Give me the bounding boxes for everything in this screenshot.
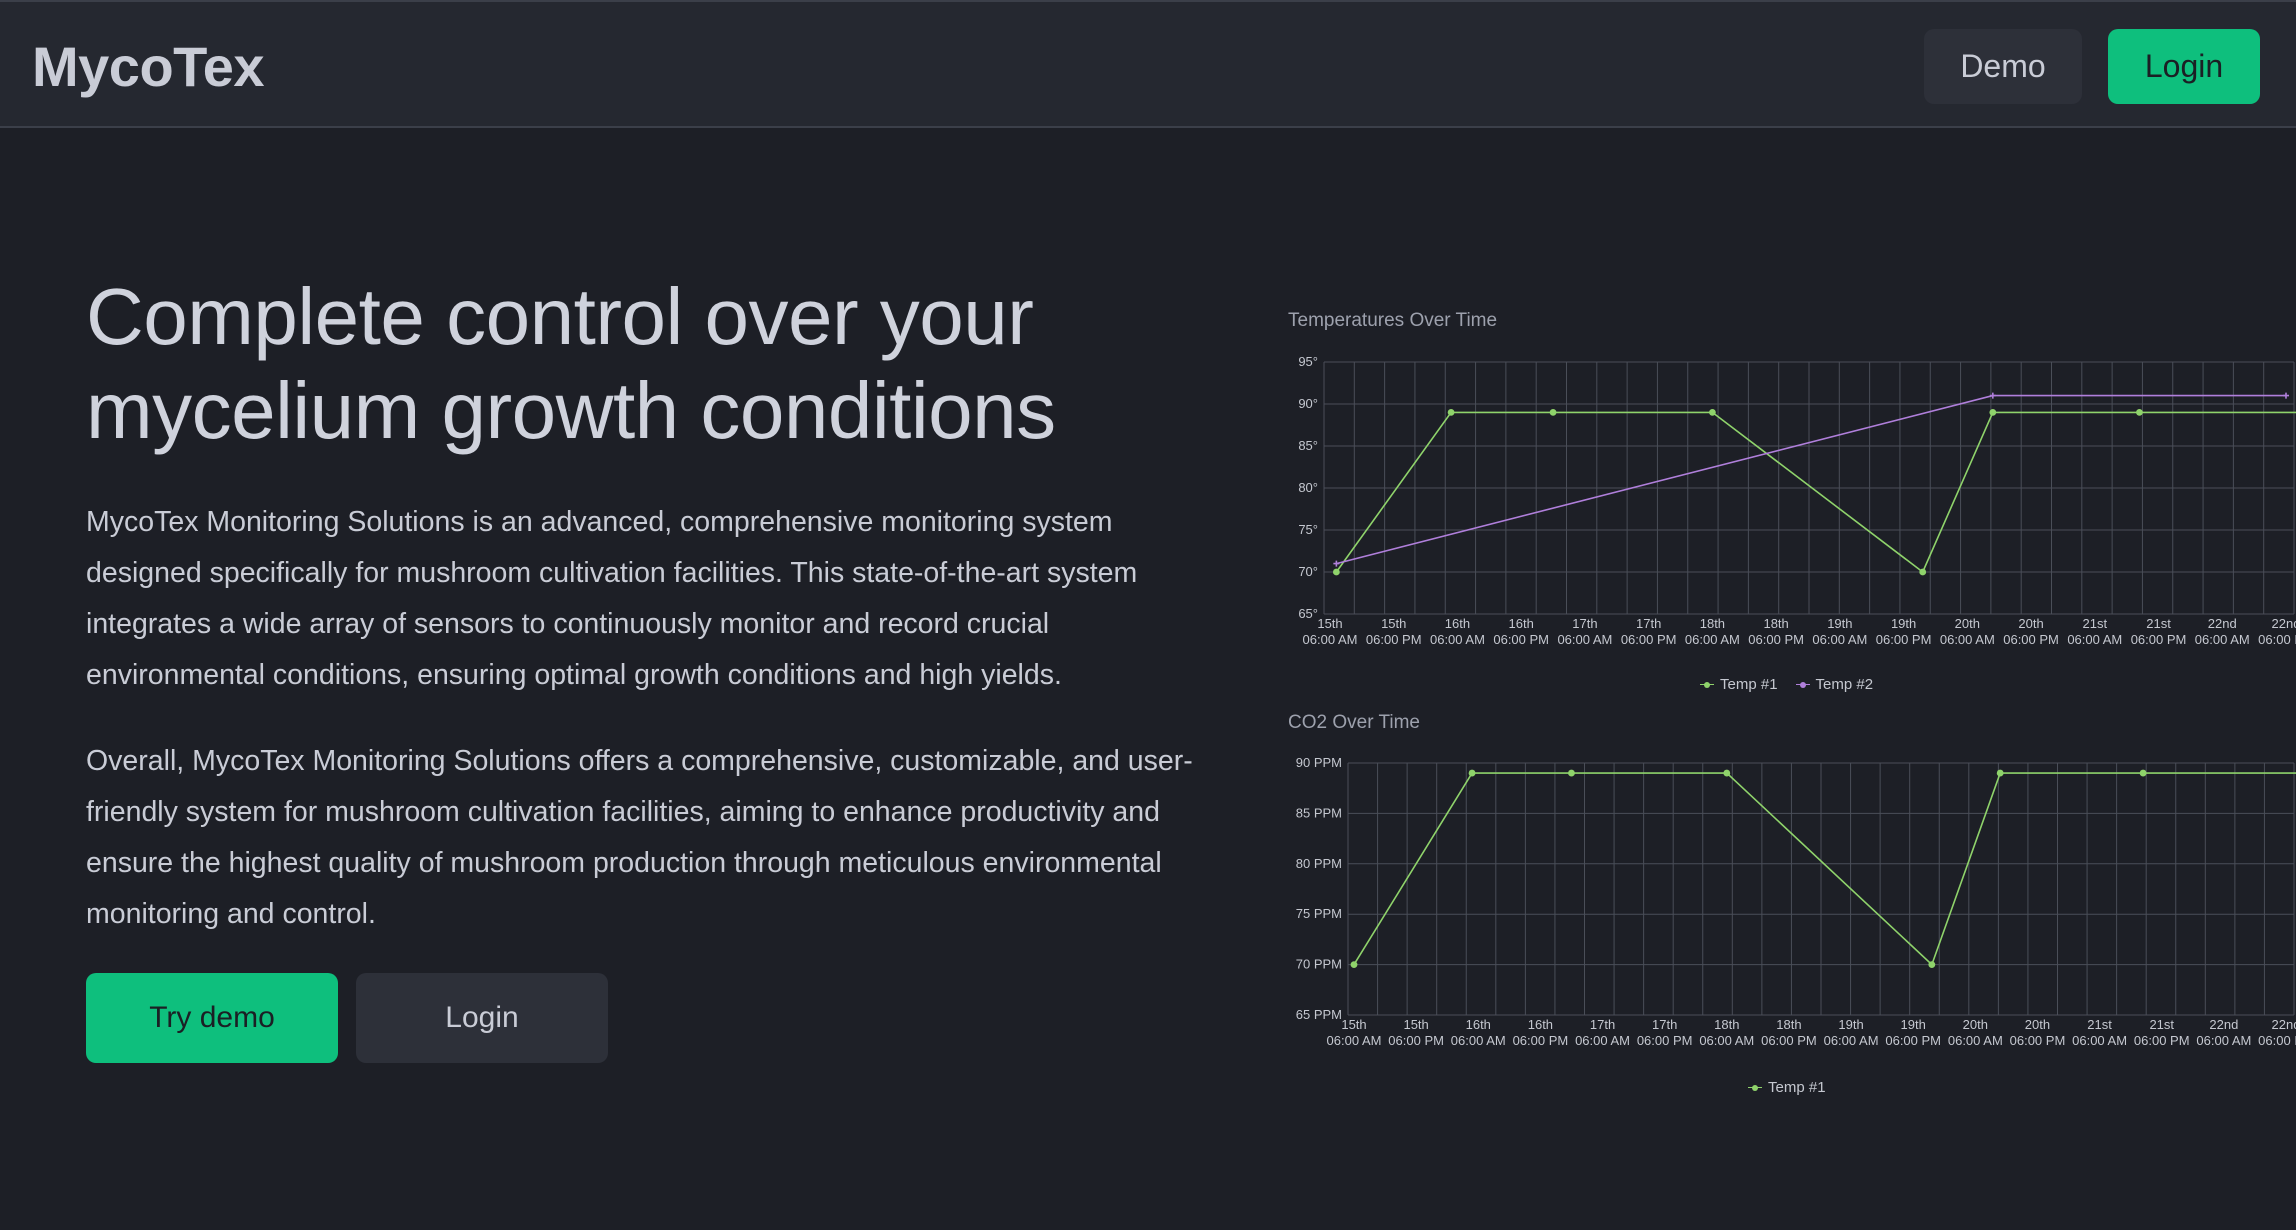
y-tick-label: 80 PPM (1296, 856, 1342, 871)
x-tick-label: 19th 06:00 AM (1812, 616, 1867, 647)
co2-chart-legend: Temp #1 (1748, 1079, 1826, 1096)
legend-label: Temp #1 (1768, 1079, 1826, 1096)
y-tick-label: 80° (1298, 480, 1318, 495)
y-tick-label: 85° (1298, 438, 1318, 453)
y-tick-label: 70° (1298, 564, 1318, 579)
x-tick-label: 15th 06:00 PM (1388, 1017, 1444, 1048)
y-tick-label: 75 PPM (1296, 906, 1342, 921)
x-tick-label: 16th 06:00 AM (1430, 616, 1485, 647)
data-point[interactable] (1332, 568, 1340, 576)
x-tick-label: 20th 06:00 AM (1948, 1017, 2003, 1048)
x-tick-label: 18th 06:00 AM (1685, 616, 1740, 647)
intro-paragraph: MycoTex Monitoring Solutions is an advan… (86, 506, 1138, 691)
x-tick-label: 18th 06:00 PM (1748, 616, 1804, 647)
legend-item[interactable]: Temp #1 (1748, 1079, 1826, 1096)
temperature-chart: 95°90°85°80°75°70°65°15th 06:00 AM15th 06:… (1298, 354, 2296, 647)
y-tick-label: 70 PPM (1296, 957, 1342, 972)
logo[interactable]: MycoTex (32, 35, 264, 99)
x-tick-label: 21st 06:00 PM (2131, 616, 2187, 647)
legend-item[interactable]: Temp #2 (1795, 676, 1874, 693)
x-tick-label: 19th 06:00 PM (1876, 616, 1932, 647)
data-point[interactable] (2139, 769, 2147, 777)
legend-item[interactable]: Temp #1 (1700, 676, 1778, 693)
data-point[interactable] (2136, 409, 2143, 416)
y-tick-label: 95° (1298, 354, 1318, 369)
x-tick-label: 19th 06:00 PM (1885, 1017, 1941, 1048)
y-tick-label: 90° (1298, 396, 1318, 411)
data-point[interactable] (1723, 769, 1731, 777)
legend-marker-icon (1700, 680, 1714, 690)
legend-label: Temp #2 (1815, 676, 1874, 693)
x-tick-label: 22nd06:00 PM (2258, 616, 2296, 647)
co2-chart-title: CO2 Over Time (1288, 712, 1420, 733)
temperature-chart-title: Temperatures Over Time (1288, 310, 1498, 331)
x-tick-label: 21st 06:00 AM (2072, 1017, 2127, 1048)
hero-login-button[interactable]: Login (356, 973, 608, 1063)
series-line-1 (1353, 772, 2296, 967)
x-tick-label: 17th 06:00 AM (1557, 616, 1612, 647)
x-tick-label: 19th 06:00 AM (1824, 1017, 1879, 1048)
data-point[interactable] (1350, 961, 1358, 968)
data-point[interactable] (1989, 409, 1997, 416)
x-tick-label: 20th 06:00 PM (2010, 1017, 2066, 1048)
y-tick-label: 75° (1298, 522, 1318, 537)
y-tick-label: 85 PPM (1296, 805, 1342, 820)
x-tick-label: 22nd 06:00 AM (2196, 1017, 2251, 1048)
demo-button[interactable]: Demo (1924, 29, 2082, 104)
x-tick-label: 22nd 06:00 AM (2195, 616, 2250, 647)
data-point[interactable] (1928, 961, 1936, 968)
x-tick-label: 15th 06:00 PM (1366, 616, 1422, 647)
data-point[interactable] (1447, 409, 1455, 416)
series-line-1 (1335, 411, 2296, 574)
try-demo-button[interactable]: Try demo (86, 973, 338, 1063)
data-point[interactable] (1468, 769, 1476, 777)
x-tick-label: 21st 06:00 PM (2134, 1017, 2190, 1048)
y-tick-label: 65 PPM (1296, 1007, 1342, 1022)
x-tick-label: 20th 06:00 AM (1940, 616, 1995, 647)
x-tick-label: 17th 06:00 PM (1637, 1017, 1693, 1048)
co2-chart: 90 PPM 85 PPM 80 PPM 75 PPM 70 PPM 65 PPM 15th… (1296, 755, 2296, 1048)
legend-marker-icon (1795, 680, 1810, 690)
data-point[interactable] (1919, 568, 1927, 576)
data-point[interactable] (1568, 769, 1575, 777)
temperature-chart-legend: Temp #1 Temp #2 (1700, 676, 1873, 693)
x-tick-label: 20th 06:00 PM (2003, 616, 2059, 647)
x-tick-label: 16th 06:00 PM (1513, 1017, 1569, 1048)
legend-label: Temp #1 (1720, 676, 1778, 693)
x-tick-label: 16th 06:00 AM (1451, 1017, 1506, 1048)
summary-paragraph: Overall, MycoTex Monitoring Solutions of… (86, 745, 1193, 930)
y-tick-label: 90 PPM (1296, 755, 1342, 770)
hero-title: Complete control over your mycelium grow… (86, 272, 1056, 455)
x-tick-label: 18th 06:00 PM (1761, 1017, 1817, 1048)
top-navbar: MycoTex Demo Login (0, 0, 2296, 128)
login-button[interactable]: Login (2108, 29, 2260, 104)
y-tick-label: 65° (1298, 606, 1318, 621)
data-point[interactable] (1996, 769, 2004, 777)
data-point[interactable] (2283, 392, 2289, 399)
data-point[interactable] (1333, 560, 1340, 567)
legend-marker-icon (1748, 1083, 1762, 1093)
x-tick-label: 17th 06:00 AM (1575, 1017, 1630, 1048)
x-tick-label: 18th 06:00 AM (1699, 1017, 1754, 1048)
x-tick-label: 17th 06:00 PM (1621, 616, 1677, 647)
data-point[interactable] (1549, 409, 1557, 416)
series-line-2 (1336, 394, 2286, 565)
x-tick-label: 22nd06:00 PM (2258, 1017, 2296, 1048)
data-point[interactable] (1709, 409, 1716, 416)
x-tick-label: 16th 06:00 PM (1493, 616, 1549, 647)
x-tick-label: 21st 06:00 AM (2067, 616, 2122, 647)
